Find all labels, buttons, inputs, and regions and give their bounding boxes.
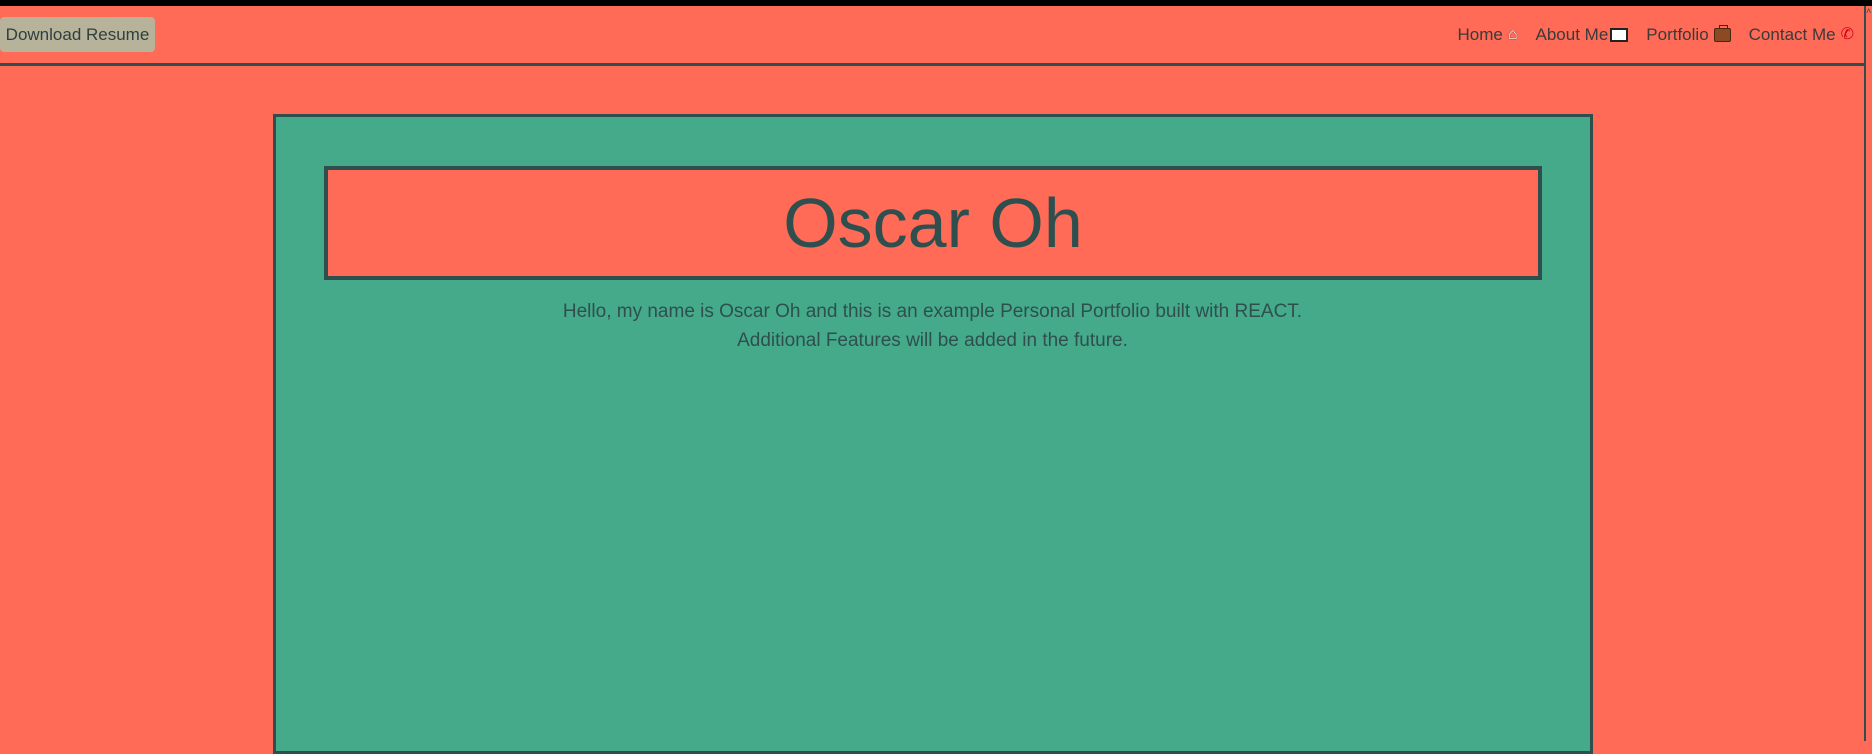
book-icon	[1610, 27, 1629, 42]
house-icon: ⌂	[1507, 25, 1518, 43]
page-title: Oscar Oh	[783, 184, 1083, 262]
title-box: Oscar Oh	[324, 166, 1542, 280]
nav-home-label: Home	[1457, 24, 1503, 44]
nav-contact-label: Contact Me	[1748, 24, 1836, 44]
nav-home-link[interactable]: Home ⌂	[1457, 25, 1517, 45]
nav-portfolio-link[interactable]: Portfolio	[1646, 24, 1731, 45]
nav-portfolio-label: Portfolio	[1646, 24, 1709, 44]
navbar: Download Resume Home ⌂ About Me Portfoli…	[0, 6, 1866, 66]
vertical-scrollbar[interactable]	[1864, 6, 1872, 741]
phone-icon: ✆	[1840, 25, 1854, 43]
download-resume-button[interactable]: Download Resume	[0, 17, 155, 52]
nav-about-label: About Me	[1535, 24, 1609, 44]
nav-links: Home ⌂ About Me Portfolio Contact Me ✆	[1457, 17, 1854, 52]
intro-text: Hello, my name is Oscar Oh and this is a…	[562, 301, 1303, 351]
briefcase-icon	[1713, 24, 1731, 42]
nav-about-link[interactable]: About Me	[1536, 25, 1629, 45]
scroll-up-arrow[interactable]: ˄	[1866, 6, 1872, 16]
nav-contact-link[interactable]: Contact Me ✆	[1749, 25, 1854, 45]
